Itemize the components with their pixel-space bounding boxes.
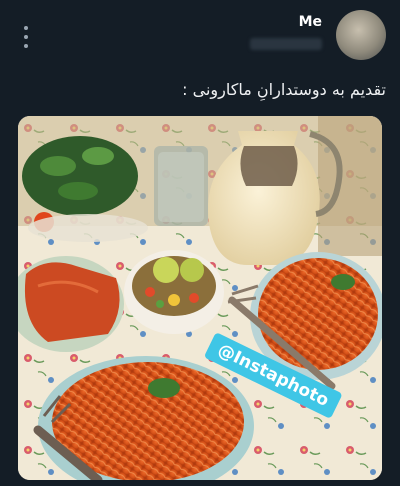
dot: [24, 35, 28, 39]
avatar[interactable]: [336, 10, 386, 60]
dot: [24, 26, 28, 30]
dot: [24, 44, 28, 48]
tweet-text: تقدیم به دوستدارانِ ماکارونی :: [182, 80, 386, 99]
food-photo: [18, 116, 382, 480]
author-handle-blurred: [250, 38, 322, 50]
tweet-media-image[interactable]: @Instaphoto: [18, 116, 382, 480]
author-name[interactable]: Me: [299, 14, 322, 30]
more-options-icon[interactable]: [18, 26, 34, 48]
author-block[interactable]: Me: [299, 14, 322, 30]
